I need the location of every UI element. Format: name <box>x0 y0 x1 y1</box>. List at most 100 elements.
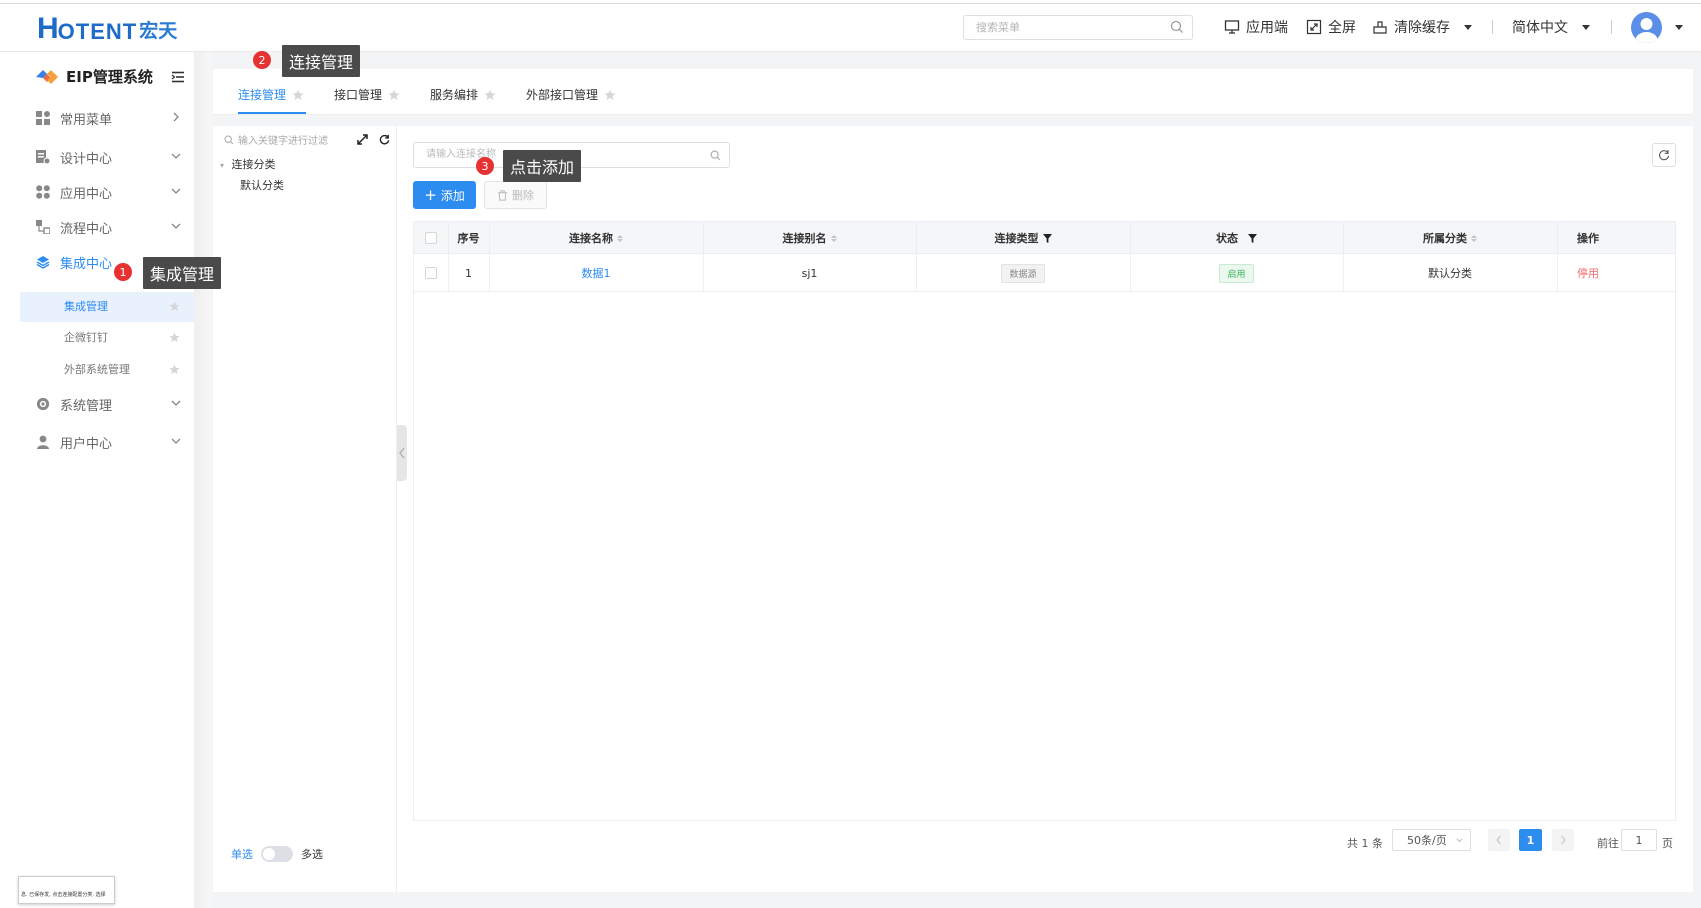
refresh-icon <box>1659 150 1670 161</box>
tab-connection-mgmt[interactable]: 连接管理 <box>238 86 304 103</box>
sidebar-item-integration[interactable]: 集成中心 <box>36 249 116 275</box>
delete-button[interactable]: 删除 <box>484 181 547 209</box>
clear-cache-button[interactable]: 清除缓存 <box>1372 16 1472 38</box>
total-text: 共 1 条 <box>1347 837 1383 850</box>
star-icon[interactable] <box>292 89 304 101</box>
sidebar-subitem-external-system[interactable]: 外部系统管理 <box>20 355 194 385</box>
avatar[interactable] <box>1631 12 1662 43</box>
sidebar-item-design[interactable]: 设计中心 <box>36 144 186 170</box>
panel-collapse-handle[interactable] <box>397 425 407 481</box>
checkbox[interactable] <box>425 232 437 244</box>
page-suffix: 页 <box>1662 835 1673 851</box>
th-index: 序号 <box>448 222 489 254</box>
goto-page-input[interactable]: 1 <box>1621 829 1657 851</box>
td-action[interactable]: 停用 <box>1557 255 1675 291</box>
th-category[interactable]: 所属分类 <box>1343 222 1557 254</box>
sort-icon[interactable] <box>1471 234 1477 242</box>
th-type[interactable]: 连接类型 <box>916 222 1130 254</box>
tab-service-orchestration[interactable]: 服务编排 <box>430 86 496 103</box>
tab-external-interface[interactable]: 外部接口管理 <box>526 86 616 103</box>
sidebar-item-user[interactable]: 用户中心 <box>36 429 186 455</box>
tree-toggle-icon[interactable]: ▾ <box>220 161 224 170</box>
sidebar-item-favorites[interactable]: 常用菜单 <box>36 105 186 131</box>
tree-node-root[interactable]: ▾ 连接分类 <box>220 156 276 172</box>
broom-icon <box>1373 21 1387 34</box>
callout-badge-3: 3 <box>476 157 494 175</box>
checkbox[interactable] <box>425 267 437 279</box>
star-icon[interactable] <box>169 301 180 312</box>
language-label: 简体中文 <box>1512 20 1568 36</box>
avatar-chevron-icon[interactable] <box>1675 25 1683 30</box>
page-number-current[interactable]: 1 <box>1519 829 1542 851</box>
callout-number: 3 <box>481 159 489 173</box>
td-name[interactable]: 数据1 <box>489 255 703 291</box>
thumbnail-preview[interactable]: 息. 已保存发, 点击连接配置分类. 选择 <box>18 876 115 904</box>
diamond-logo-icon <box>36 69 58 84</box>
trash-icon <box>497 189 508 201</box>
th-action: 操作 <box>1557 222 1675 254</box>
sidebar-item-system[interactable]: 系统管理 <box>36 391 186 417</box>
th-status[interactable]: 状态 <box>1130 222 1343 254</box>
star-icon[interactable] <box>169 332 180 343</box>
td-type: 数据源 <box>916 255 1130 291</box>
refresh-icon[interactable] <box>379 134 390 145</box>
sidebar-item-apps[interactable]: 应用中心 <box>36 179 186 205</box>
row-divider <box>414 291 1675 292</box>
select-mode-switch[interactable]: 单选 多选 <box>231 846 323 862</box>
star-icon[interactable] <box>388 89 400 101</box>
tab-label: 外部接口管理 <box>526 88 599 102</box>
expand-icon[interactable] <box>357 134 368 145</box>
sidebar-item-label: 常用菜单 <box>60 112 113 128</box>
sidebar-item-label: 流程中心 <box>60 221 113 237</box>
search-icon <box>710 150 721 161</box>
th-name[interactable]: 连接名称 <box>489 222 703 254</box>
gear-icon <box>36 397 50 411</box>
search-icon <box>1170 20 1183 33</box>
prev-page-button[interactable] <box>1488 829 1510 851</box>
chevron-left-icon <box>399 447 405 459</box>
sidebar-item-flow[interactable]: 流程中心 <box>36 214 186 240</box>
tab-interface-mgmt[interactable]: 接口管理 <box>334 86 400 103</box>
table-refresh-button[interactable] <box>1652 143 1676 167</box>
filter-icon[interactable] <box>1248 233 1257 243</box>
sidebar-item-label: 系统管理 <box>60 398 113 414</box>
layers-icon <box>36 256 50 269</box>
language-select[interactable]: 简体中文 <box>1512 16 1590 38</box>
app-end-button[interactable]: 应用端 <box>1224 16 1288 38</box>
chevron-down-icon <box>171 153 181 159</box>
th-alias[interactable]: 连接别名 <box>703 222 916 254</box>
sidebar-subitem-label: 外部系统管理 <box>64 363 130 376</box>
toggle[interactable] <box>261 846 293 862</box>
filter-icon[interactable] <box>1042 233 1052 243</box>
page-size-select[interactable]: 50条/页 <box>1392 829 1471 851</box>
add-button[interactable]: + 添加 <box>413 181 476 209</box>
disable-link[interactable]: 停用 <box>1577 265 1599 281</box>
single-select-label: 单选 <box>231 848 253 861</box>
star-icon[interactable] <box>169 364 180 375</box>
tree-node-default[interactable]: 默认分类 <box>240 177 284 193</box>
logo[interactable]: H OTENT 宏天 <box>37 12 177 44</box>
app-end-label: 应用端 <box>1246 20 1288 36</box>
sort-icon[interactable] <box>617 234 623 242</box>
sort-icon[interactable] <box>830 234 837 242</box>
td-status: 启用 <box>1130 255 1343 291</box>
star-icon[interactable] <box>484 89 496 101</box>
row-checkbox-cell[interactable] <box>414 255 448 291</box>
connection-name-link[interactable]: 数据1 <box>582 265 611 281</box>
cell-text: sj1 <box>801 266 818 280</box>
tree-filter-placeholder: 输入关键字进行过滤 <box>238 136 328 147</box>
star-icon[interactable] <box>604 89 616 101</box>
page-number: 1 <box>1526 833 1535 847</box>
menu-search-input[interactable]: 搜索菜单 <box>963 15 1193 40</box>
tree-filter-input[interactable]: 输入关键字进行过滤 <box>224 132 328 147</box>
page-suffix-text: 页 <box>1662 837 1673 850</box>
sidebar-subitem-wecom-dingtalk[interactable]: 企微钉钉 <box>20 323 194 353</box>
menu-collapse-icon[interactable] <box>171 71 185 83</box>
td-category: 默认分类 <box>1343 255 1557 291</box>
divider <box>1492 20 1493 34</box>
fullscreen-button[interactable]: 全屏 <box>1306 16 1356 38</box>
next-page-button[interactable] <box>1552 829 1574 851</box>
sidebar-subitem-integration-mgmt[interactable]: 集成管理 <box>20 292 194 322</box>
search-icon <box>224 134 234 144</box>
select-all-checkbox[interactable] <box>414 222 448 254</box>
